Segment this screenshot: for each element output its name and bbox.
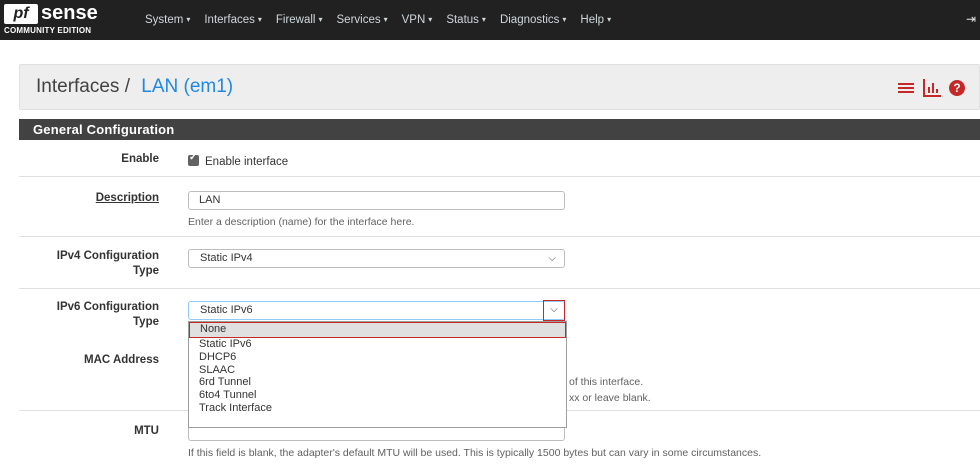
menu-system[interactable]: System ▾ [145, 0, 190, 40]
breadcrumb-separator: / [124, 76, 130, 97]
description-help: Enter a description (name) for the inter… [188, 216, 415, 228]
enable-label: Enable [121, 153, 159, 165]
breadcrumb-parent[interactable]: Interfaces [36, 76, 119, 97]
chevron-down-icon: ⌵ [548, 253, 556, 264]
description-row: Description LAN Enter a description (nam… [19, 177, 980, 237]
caret-down-icon: ▾ [257, 15, 262, 24]
caret-down-icon: ▾ [383, 15, 388, 24]
mtu-label: MTU [134, 425, 159, 437]
ipv6-type-label: IPv6 Configuration Type [56, 301, 159, 328]
breadcrumb-current[interactable]: LAN (em1) [141, 76, 233, 97]
menu-services[interactable]: Services ▾ [337, 0, 388, 40]
caret-down-icon: ▾ [607, 15, 612, 24]
breadcrumb-icons: ? [897, 79, 965, 97]
logo-pf-mark: pf [4, 4, 38, 24]
ipv4-field: Static IPv4 ⌵ [188, 249, 565, 268]
description-label[interactable]: Description [96, 191, 159, 206]
enable-checkbox[interactable] [188, 152, 199, 166]
caret-down-icon: ▾ [186, 15, 191, 24]
ipv6-option-static-ipv6[interactable]: Static IPv6 [189, 338, 566, 351]
menu-firewall[interactable]: Firewall ▾ [276, 0, 323, 40]
menu-vpn[interactable]: VPN ▾ [402, 0, 433, 40]
ipv6-option-slaac[interactable]: SLAAC [189, 364, 566, 377]
page-title: Interfaces / LAN (em1) [36, 76, 233, 98]
breadcrumb: Interfaces / LAN (em1) ? [19, 64, 980, 110]
main-menu: System ▾ Interfaces ▾ Firewall ▾ Services ▾ … [145, 0, 625, 40]
enable-checkbox-label[interactable]: Enable interface [205, 156, 288, 168]
ipv6-field: Static IPv6 ⌵ [188, 300, 565, 321]
mac-address-label: MAC Address [84, 354, 159, 366]
sliders-icon[interactable] [897, 79, 915, 97]
ipv6-option-6rd-tunnel[interactable]: 6rd Tunnel [189, 376, 566, 389]
chevron-down-icon[interactable]: ⌵ [543, 300, 565, 321]
caret-down-icon: ▾ [481, 15, 486, 24]
ipv6-option-none[interactable]: None [189, 322, 566, 338]
ipv4-type-label: IPv4 Configuration Type [56, 250, 159, 277]
panel-title: General Configuration [19, 119, 980, 140]
ipv4-row: IPv4 Configuration Type Static IPv4 ⌵ [19, 237, 980, 289]
help-icon[interactable]: ? [949, 80, 965, 96]
mac-help-line2: xx or leave blank. [569, 392, 651, 404]
enable-field: Enable interface [188, 152, 288, 170]
ipv6-type-select[interactable]: Static IPv6 ⌵ [188, 300, 565, 321]
caret-down-icon: ▾ [428, 15, 433, 24]
caret-down-icon: ▾ [318, 15, 323, 24]
menu-help[interactable]: Help ▾ [580, 0, 611, 40]
chart-icon[interactable] [923, 79, 941, 97]
pfsense-logo[interactable]: pf sense COMMUNITY EDITION [4, 2, 124, 38]
logo-sense-text: sense [41, 2, 98, 24]
ipv4-type-select[interactable]: Static IPv4 ⌵ [188, 249, 565, 268]
menu-diagnostics[interactable]: Diagnostics ▾ [500, 0, 566, 40]
mtu-help: If this field is blank, the adapter's de… [188, 447, 762, 459]
ipv6-option-track-interface[interactable]: Track Interface [189, 402, 566, 415]
caret-down-icon: ▾ [562, 15, 567, 24]
logout-icon[interactable]: ⇥ [966, 12, 976, 26]
ipv6-type-dropdown: None Static IPv6 DHCP6 SLAAC 6rd Tunnel … [188, 321, 567, 428]
top-navbar: pf sense COMMUNITY EDITION System ▾ Inter… [0, 0, 980, 40]
mac-help-line1: of this interface. [569, 376, 644, 388]
description-input[interactable]: LAN [188, 191, 565, 210]
logo-edition-text: COMMUNITY EDITION [4, 26, 92, 35]
menu-interfaces[interactable]: Interfaces ▾ [204, 0, 262, 40]
ipv6-option-dhcp6[interactable]: DHCP6 [189, 351, 566, 364]
enable-row: Enable Enable interface [19, 140, 980, 177]
ipv6-option-6to4-tunnel[interactable]: 6to4 Tunnel [189, 389, 566, 402]
menu-status[interactable]: Status ▾ [446, 0, 486, 40]
description-field: LAN Enter a description (name) for the i… [188, 191, 565, 228]
